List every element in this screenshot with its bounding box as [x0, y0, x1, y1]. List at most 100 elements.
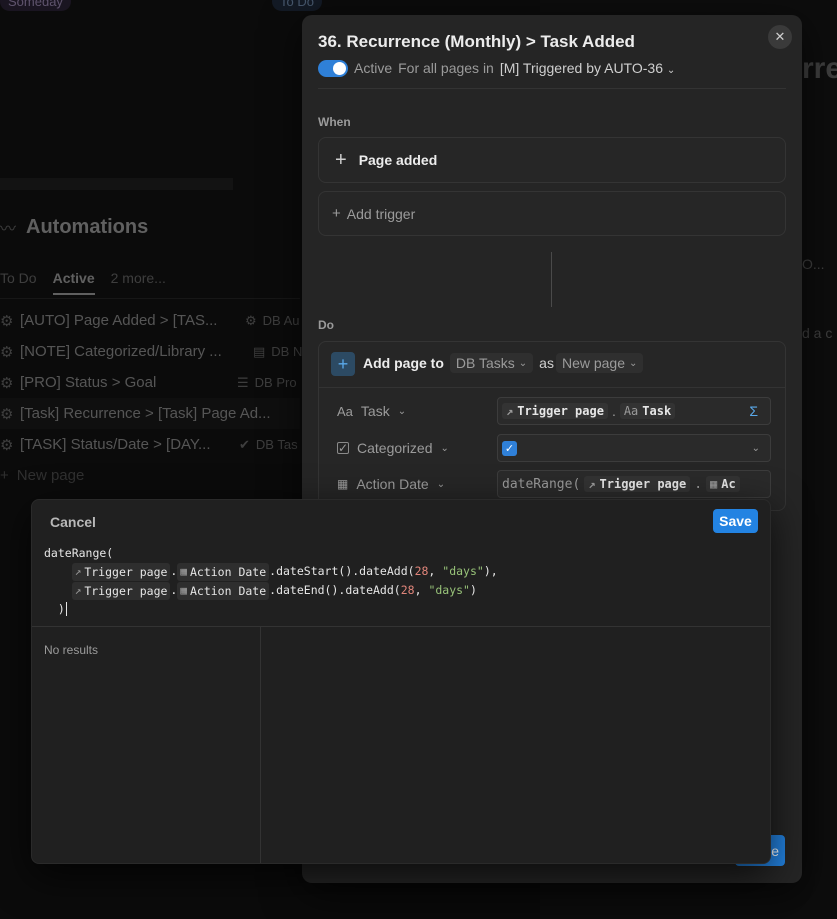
- property-label: Categorized: [357, 440, 433, 456]
- code-fn: .dateEnd().dateAdd(: [269, 583, 401, 597]
- code-paren: ): [469, 583, 477, 597]
- trigger-label: Page added: [358, 152, 438, 168]
- when-label: When: [318, 115, 351, 129]
- row-name: [TASK] Status/Date > [DAY...: [20, 436, 211, 453]
- calendar-icon: ▦: [180, 584, 187, 597]
- trigger-page-token: ↗ Trigger page: [71, 563, 171, 581]
- code-comma: ,: [428, 564, 443, 578]
- property-label: Task: [360, 403, 390, 419]
- checkbox-icon: ✓: [337, 441, 349, 455]
- token-label: Trigger page: [517, 404, 604, 418]
- chevron-down-icon: ⌄: [666, 65, 676, 76]
- plus-icon: +: [332, 205, 341, 222]
- active-toggle[interactable]: [318, 60, 348, 77]
- chevron-down-icon: ⌄: [440, 442, 449, 454]
- formula-fn: dateRange(: [502, 476, 581, 492]
- arrow-up-right-icon: ↗: [506, 404, 514, 418]
- list-item[interactable]: ⚙ [NOTE] Categorized/Library ... ▤ DB N: [0, 336, 303, 367]
- trigger-card[interactable]: + Page added: [318, 137, 786, 183]
- property-action-date[interactable]: ▦ Action Date ⌄: [337, 470, 445, 498]
- prop-label: DB Tas: [255, 437, 298, 452]
- property-token: Aa Task: [619, 403, 676, 419]
- dot-separator: .: [694, 476, 703, 492]
- as-value: New page: [561, 355, 625, 371]
- token-label: Trigger page: [84, 565, 168, 579]
- tab-more[interactable]: 2 more...: [111, 270, 166, 295]
- view-tabs: To Do Active 2 more...: [0, 270, 166, 295]
- token-label: Action Date: [189, 584, 267, 598]
- list-item[interactable]: ⚙ [AUTO] Page Added > [TAS... ⚙ DB Au: [0, 305, 300, 336]
- checklist-icon: ☰: [237, 374, 249, 390]
- scope-line: Active For all pages in [M] Triggered by…: [354, 60, 675, 76]
- as-dropdown[interactable]: New page ⌄: [555, 353, 644, 373]
- code-paren: ),: [483, 564, 498, 578]
- categorized-value-field[interactable]: ✓ ⌄: [497, 434, 771, 462]
- prop-label: DB Pro: [254, 375, 297, 390]
- task-value-field[interactable]: ↗ Trigger page . Aa Task Σ: [497, 397, 771, 425]
- dot-separator: .: [170, 564, 178, 578]
- do-label: Do: [318, 318, 334, 332]
- code-fn: .dateStart().dateAdd(: [269, 564, 415, 578]
- gear-icon: ⚙: [0, 312, 14, 330]
- action-header: Add page to DB Tasks ⌄ as New page ⌄: [363, 353, 644, 373]
- text-type-icon: Aa: [623, 404, 639, 418]
- row-prop: ⚙ DB Au: [245, 313, 300, 329]
- list-item[interactable]: ⚙ [PRO] Status > Goal ☰ DB Pro: [0, 367, 300, 398]
- token-label: Trigger page: [599, 477, 687, 491]
- text-cursor: [65, 602, 67, 616]
- plus-icon: +: [335, 148, 347, 171]
- checked-checkbox[interactable]: ✓: [502, 440, 517, 456]
- automations-title: Automations: [26, 215, 149, 238]
- gear-icon: ⚙: [245, 312, 257, 328]
- action-date-value-field[interactable]: dateRange( ↗ Trigger page . ▦ Ac: [497, 470, 771, 498]
- code-string: "days": [442, 564, 484, 578]
- property-token: ▦ Action Date: [177, 563, 270, 581]
- list-item[interactable]: ⚙ [Task] Recurrence > [Task] Page Ad...: [0, 398, 300, 429]
- database-dropdown[interactable]: DB Tasks ⌄: [449, 353, 534, 373]
- token-label: Task: [642, 404, 672, 418]
- property-categorized[interactable]: ✓ Categorized ⌄: [337, 434, 449, 462]
- database-value: DB Tasks: [455, 355, 515, 371]
- chevron-down-icon: ⌄: [397, 405, 407, 417]
- new-page-row[interactable]: + New page: [0, 460, 84, 491]
- modal-title: 36. Recurrence (Monthly) > Task Added: [318, 32, 635, 51]
- status-badge-someday: Someday: [0, 0, 71, 11]
- scrollbar[interactable]: [0, 178, 233, 190]
- cancel-button[interactable]: Cancel: [50, 514, 96, 530]
- tab-active[interactable]: Active: [52, 270, 95, 295]
- formula-code-input[interactable]: dateRange( ↗ Trigger page. ▦ Action Date .da…: [44, 544, 498, 618]
- divider: [32, 626, 770, 627]
- new-page-label: New page: [16, 467, 85, 484]
- save-button[interactable]: Save: [713, 509, 758, 533]
- scope-dropdown[interactable]: [M] Triggered by AUTO-36 ⌄: [500, 60, 675, 76]
- page-title-fragment: rre: [802, 52, 837, 85]
- trigger-page-token: ↗ Trigger page: [584, 476, 691, 492]
- text-fragment: O...: [802, 256, 825, 272]
- active-label: Active: [354, 60, 393, 76]
- divider: [260, 627, 261, 863]
- token-label: Action Date: [189, 565, 267, 579]
- chevron-down-icon: ⌄: [751, 442, 760, 454]
- property-task[interactable]: Aa Task ⌄: [337, 397, 406, 425]
- property-token: ▦ Ac: [706, 476, 740, 492]
- gear-icon: ⚙: [0, 374, 14, 392]
- calendar-icon: ▦: [710, 477, 718, 491]
- flow-connector: [551, 252, 552, 307]
- action-card: + Add page to DB Tasks ⌄ as New page ⌄ Aa …: [318, 341, 786, 511]
- prop-label: DB N: [271, 344, 303, 359]
- code-number: 28: [400, 583, 415, 597]
- text-fragment: d a c: [802, 325, 833, 341]
- close-icon: ✕: [774, 29, 786, 44]
- formula-sigma-icon[interactable]: Σ: [749, 403, 766, 419]
- check-circle-icon: ✔: [239, 436, 250, 452]
- divider: [319, 387, 785, 388]
- close-button[interactable]: ✕: [768, 25, 792, 49]
- calendar-icon: ▦: [337, 477, 349, 491]
- gear-icon: ⚙: [0, 436, 14, 454]
- add-trigger-button[interactable]: + Add trigger: [318, 191, 786, 236]
- row-name: [NOTE] Categorized/Library ...: [20, 343, 222, 360]
- prop-label: DB Au: [262, 313, 300, 328]
- list-item[interactable]: ⚙ [TASK] Status/Date > [DAY... ✔ DB Tas: [0, 429, 300, 460]
- scope-label: For all pages in: [398, 60, 494, 76]
- tab-todo[interactable]: To Do: [0, 270, 37, 295]
